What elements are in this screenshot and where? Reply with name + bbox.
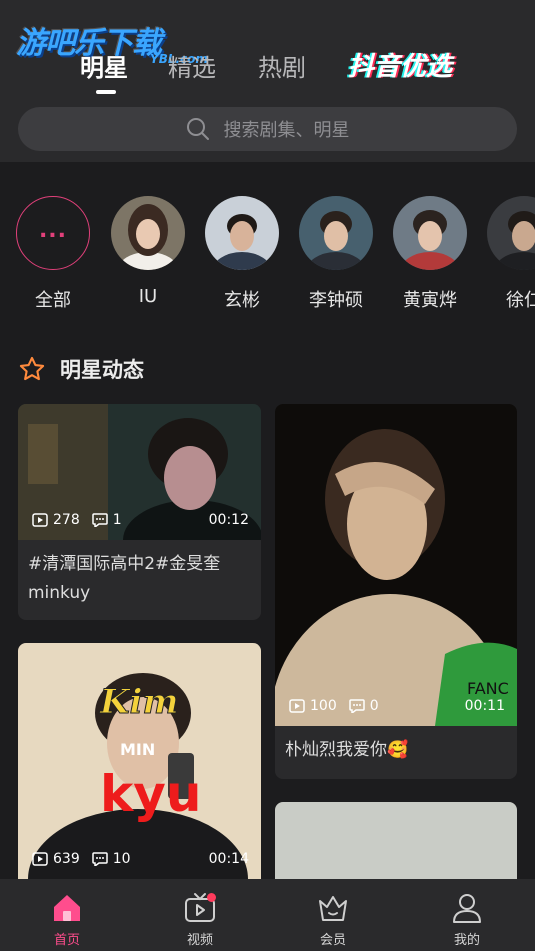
star-name: 黄寅烨 — [403, 290, 457, 311]
avatar — [205, 196, 279, 270]
video-caption: #清潭国际高中2#金旻奎 minkuy — [28, 554, 221, 603]
star-item-iu[interactable]: IU — [108, 196, 188, 307]
nav-label: 视频 — [186, 933, 213, 948]
star-name: IU — [138, 286, 158, 307]
star-name: 全部 — [35, 290, 71, 311]
feed-card[interactable] — [275, 802, 517, 879]
more-dots-icon: ... — [16, 196, 90, 270]
tab-featured[interactable]: 精选 — [168, 48, 216, 83]
avatar — [299, 196, 373, 270]
star-item-hwang-in-youp[interactable]: 黄寅烨 — [390, 196, 470, 312]
video-thumbnail: Kim MIN kyu 639 10 00:14 — [18, 643, 261, 879]
home-icon — [54, 895, 80, 921]
bottom-nav: 首页 视频 会员 我的 — [0, 879, 535, 951]
video-stats: 639 10 00:14 — [32, 851, 249, 867]
tab-stars[interactable]: 明星 — [80, 48, 128, 83]
overlay-text: kyu — [100, 765, 201, 823]
play-count-icon — [289, 699, 305, 713]
video-caption: 朴灿烈我爱你🥰 — [285, 740, 409, 760]
comment-count: 10 — [112, 851, 131, 867]
view-count: 100 — [310, 698, 337, 714]
comment-icon — [348, 699, 365, 713]
star-name: 徐仁 — [506, 290, 535, 311]
star-name: 李钟硕 — [309, 290, 363, 311]
star-item-seo-in-guk[interactable]: 徐仁 — [484, 196, 535, 312]
avatar — [111, 196, 185, 270]
top-bar: 游吧乐下载 YBL.com 明星 精选 热剧 抖音优选 搜索剧集、明星 — [0, 0, 535, 162]
video-thumbnail: FANC 100 0 00:11 — [275, 404, 517, 779]
comment-count: 1 — [112, 512, 122, 528]
overlay-text: Kim — [99, 682, 178, 722]
avatar — [487, 196, 535, 270]
search-bar[interactable]: 搜索剧集、明星 — [18, 107, 517, 151]
nav-label: 我的 — [453, 933, 480, 948]
nav-vip[interactable]: 会员 — [293, 891, 373, 948]
video-duration: 00:12 — [208, 512, 249, 528]
star-list: ... 全部 IU 玄彬 李钟硕 黄寅烨 徐仁 — [0, 196, 535, 316]
overlay-text: MIN — [120, 740, 155, 759]
play-count-icon — [32, 513, 48, 527]
star-outline-icon — [19, 356, 45, 381]
feed-card[interactable]: 278 1 00:12 #清潭国际高中2#金旻奎 minkuy — [18, 404, 261, 620]
active-tab-indicator — [96, 90, 116, 94]
user-icon — [453, 894, 481, 923]
video-duration: 00:14 — [208, 851, 249, 867]
comment-icon — [91, 513, 108, 527]
feed-card[interactable]: Kim MIN kyu 639 10 00:14 — [18, 643, 261, 879]
star-item-hyun-bin[interactable]: 玄彬 — [202, 196, 282, 312]
video-thumbnail: 278 1 00:12 — [18, 404, 261, 580]
star-item-lee-jong-suk[interactable]: 李钟硕 — [296, 196, 376, 312]
view-count: 639 — [53, 851, 80, 867]
nav-label: 首页 — [53, 933, 80, 948]
nav-video[interactable]: 视频 — [160, 891, 240, 948]
comment-icon — [91, 852, 108, 866]
overlay-text: FANC — [467, 679, 509, 698]
crown-icon — [319, 896, 347, 921]
nav-label: 会员 — [319, 933, 346, 948]
tab-hot-dramas[interactable]: 热剧 — [258, 48, 306, 83]
search-placeholder: 搜索剧集、明星 — [223, 120, 350, 141]
nav-home[interactable]: 首页 — [27, 891, 107, 948]
video-stats: 100 0 00:11 — [289, 698, 505, 714]
star-name: 玄彬 — [224, 290, 260, 311]
video-stats: 278 1 00:12 — [32, 512, 249, 528]
search-icon — [186, 118, 209, 140]
section-header: 明星动态 — [18, 354, 144, 384]
avatar — [393, 196, 467, 270]
section-title: 明星动态 — [60, 358, 144, 382]
tab-douyin-picks[interactable]: 抖音优选 — [348, 46, 452, 83]
view-count: 278 — [53, 512, 80, 528]
comment-count: 0 — [369, 698, 379, 714]
feed-card[interactable]: FANC 100 0 00:11 朴灿烈我爱你🥰 — [275, 404, 517, 779]
star-item-all[interactable]: ... 全部 — [13, 196, 93, 312]
play-count-icon — [32, 852, 48, 866]
notification-badge — [207, 893, 216, 902]
nav-profile[interactable]: 我的 — [427, 891, 507, 948]
video-thumbnail — [275, 802, 517, 879]
video-duration: 00:11 — [464, 698, 505, 714]
